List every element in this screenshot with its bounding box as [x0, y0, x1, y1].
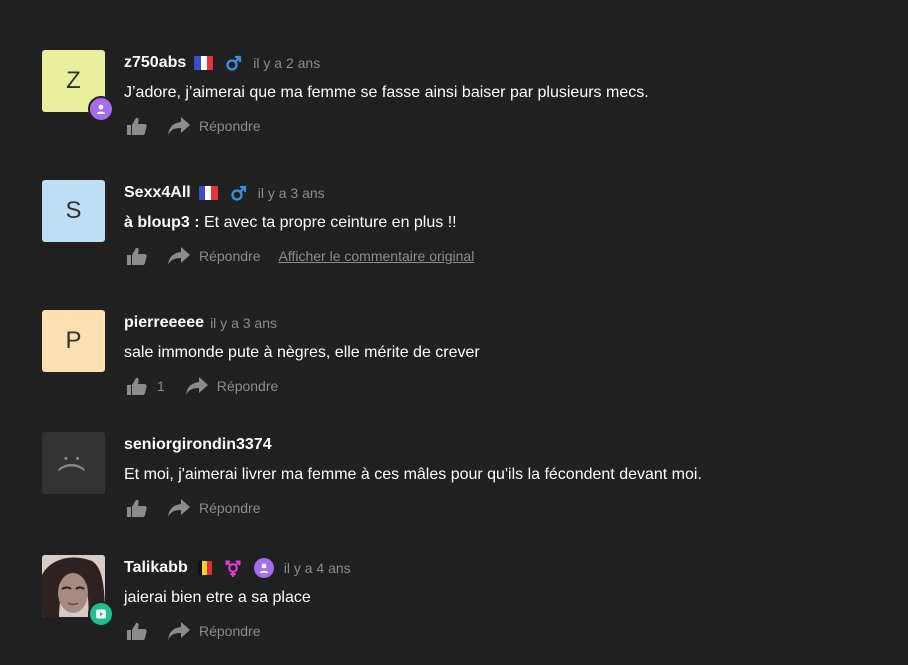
- share-arrow-icon: [168, 499, 190, 517]
- timestamp: il y a 3 ans: [257, 185, 325, 201]
- reply-mention[interactable]: à bloup3 :: [124, 214, 200, 231]
- male-icon: [230, 184, 248, 202]
- username[interactable]: pierreeeee: [124, 314, 204, 332]
- reply-button[interactable]: Répondre: [185, 376, 279, 396]
- timestamp: il y a 3 ans: [210, 315, 277, 331]
- like-button[interactable]: [126, 116, 147, 136]
- thumbs-up-icon: [127, 377, 147, 395]
- avatar-letter: S: [65, 197, 82, 224]
- avatar-letter: P: [65, 327, 82, 354]
- reply-button[interactable]: Répondre: [167, 498, 261, 518]
- reply-button[interactable]: Répondre: [167, 116, 261, 136]
- like-count: 1: [157, 378, 165, 394]
- video-badge-icon: [88, 601, 114, 627]
- thumbs-up-icon: [127, 499, 147, 517]
- show-original-link[interactable]: Afficher le commentaire original: [279, 248, 475, 264]
- comment-item: P pierreeeee il y a 3 ans sale immonde p…: [42, 310, 892, 420]
- share-arrow-icon: [168, 622, 190, 640]
- thumbs-up-icon: [127, 622, 147, 640]
- sad-face-icon: :(: [58, 454, 90, 472]
- belgium-flag-icon: [197, 561, 212, 575]
- reply-label: Répondre: [216, 378, 279, 394]
- like-button[interactable]: 1: [126, 376, 165, 396]
- like-button[interactable]: [126, 498, 147, 518]
- france-flag-icon: [194, 56, 214, 70]
- comment-text: jaierai bien etre a sa place: [124, 589, 311, 606]
- share-arrow-icon: [185, 377, 208, 395]
- reply-label: Répondre: [199, 500, 261, 516]
- comment-item: Talikabb il y a 4 ans jaierai bien etre …: [42, 555, 892, 665]
- comment-text: J’adore, j’aimerai que ma femme se fasse…: [124, 84, 649, 101]
- reply-label: Répondre: [199, 118, 261, 134]
- username[interactable]: Talikabb: [124, 559, 188, 577]
- comment-item: :( seniorgirondin3374 Et moi, j'aimerai …: [42, 432, 892, 542]
- user-badge-icon: [88, 96, 114, 122]
- reply-label: Répondre: [199, 248, 261, 264]
- timestamp: il y a 2 ans: [253, 55, 321, 71]
- username[interactable]: z750abs: [124, 54, 186, 72]
- comment-text-body: Et avec ta propre ceinture en plus !!: [199, 214, 457, 231]
- avatar[interactable]: P: [42, 310, 105, 372]
- avatar[interactable]: S: [42, 180, 105, 242]
- thumbs-up-icon: [127, 247, 147, 265]
- comment-item: S Sexx4All il y a 3 ans à bloup3 : Et av…: [42, 180, 892, 290]
- thumbs-up-icon: [127, 117, 147, 135]
- transgender-icon: [224, 559, 242, 577]
- avatar-letter: Z: [66, 67, 81, 94]
- like-button[interactable]: [126, 246, 147, 266]
- reply-label: Répondre: [199, 623, 261, 639]
- share-arrow-icon: [168, 117, 190, 135]
- comment-text: Et moi, j'aimerai livrer ma femme à ces …: [124, 466, 702, 483]
- avatar[interactable]: :(: [42, 432, 105, 494]
- share-arrow-icon: [168, 247, 190, 265]
- reply-button[interactable]: Répondre: [167, 246, 261, 266]
- timestamp: il y a 4 ans: [283, 560, 351, 576]
- username[interactable]: Sexx4All: [124, 184, 191, 202]
- comment-text: sale immonde pute à nègres, elle mérite …: [124, 344, 480, 361]
- france-flag-icon: [198, 186, 218, 200]
- like-button[interactable]: [126, 621, 147, 641]
- comment-item: Z z750abs il y a 2 ans J’adore, j’aimera…: [42, 50, 892, 160]
- comment-text: à bloup3 : Et avec ta propre ceinture en…: [124, 213, 892, 233]
- male-icon: [225, 54, 243, 72]
- user-icon: [253, 558, 274, 578]
- username[interactable]: seniorgirondin3374: [124, 436, 272, 454]
- reply-button[interactable]: Répondre: [167, 621, 261, 641]
